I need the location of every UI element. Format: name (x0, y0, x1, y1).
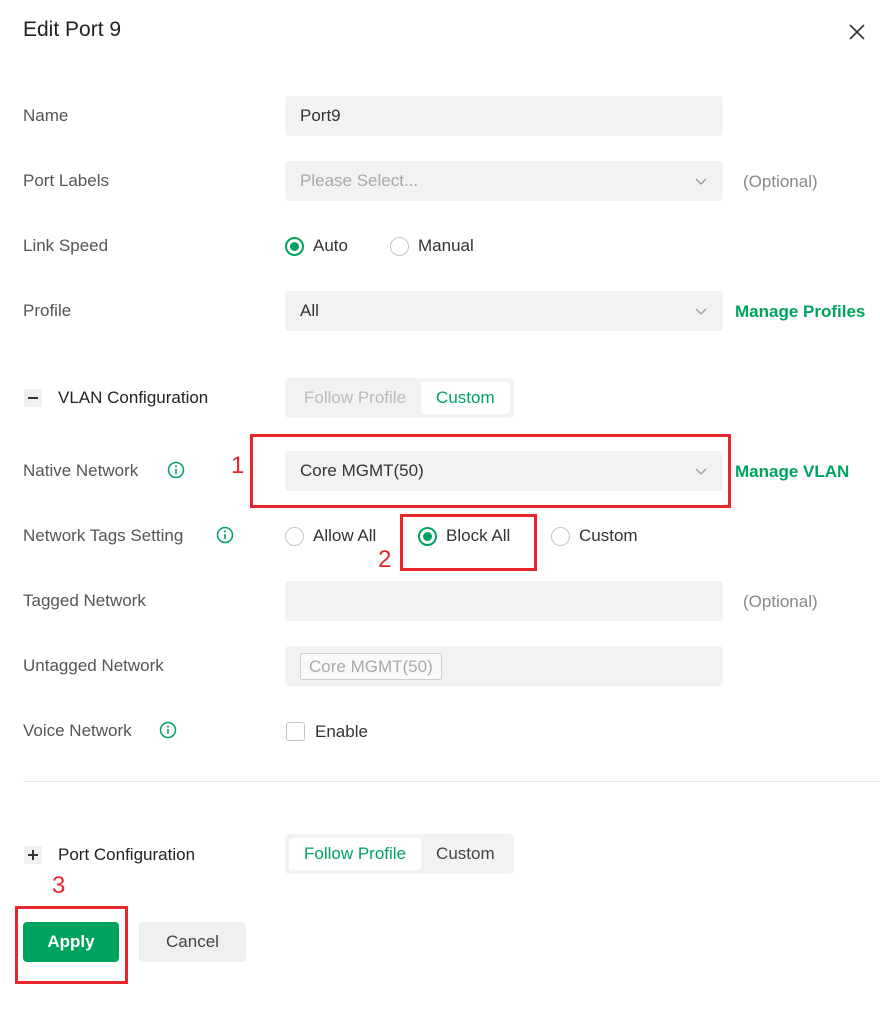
vlan-mode-custom[interactable]: Custom (421, 382, 510, 414)
radio-selected-indicator (285, 236, 304, 256)
chevron-down-icon (695, 308, 707, 315)
cancel-button[interactable]: Cancel (139, 922, 246, 962)
network-tags-allow-all-radio[interactable]: Allow All (285, 526, 376, 546)
link-speed-label: Link Speed (23, 236, 109, 255)
annotation-number-2: 2 (378, 546, 392, 573)
annotation-number-1: 1 (231, 452, 245, 479)
link-speed-auto-label: Auto (313, 236, 348, 255)
network-tags-custom-label: Custom (579, 526, 638, 545)
manage-vlan-link[interactable]: Manage VLAN (735, 462, 849, 482)
name-label: Name (23, 106, 69, 125)
port-configuration-label: Port Configuration (58, 845, 196, 864)
port-labels-label: Port Labels (23, 171, 109, 190)
port-labels-hint: (Optional) (743, 172, 818, 191)
native-network-label: Native Network (23, 461, 139, 480)
name-value: Port9 (300, 106, 341, 125)
tagged-network-select[interactable] (285, 581, 723, 621)
info-icon[interactable] (167, 461, 185, 479)
name-input[interactable]: Port9 (285, 96, 723, 136)
dialog-title: Edit Port 9 (23, 18, 122, 41)
annotation-box-native-network (250, 434, 731, 508)
port-config-mode-custom[interactable]: Custom (421, 838, 510, 870)
section-divider (23, 781, 880, 782)
radio-unselected-indicator (390, 236, 409, 256)
network-tags-label: Network Tags Setting (23, 526, 184, 545)
voice-network-enable-checkbox[interactable] (286, 722, 305, 741)
network-tags-custom-radio[interactable]: Custom (551, 526, 638, 546)
link-speed-auto-radio[interactable]: Auto (285, 236, 348, 256)
close-icon[interactable] (846, 21, 868, 43)
network-tags-allow-all-label: Allow All (313, 526, 377, 545)
profile-value: All (300, 301, 319, 320)
tagged-network-label: Tagged Network (23, 591, 146, 610)
plus-icon (28, 850, 38, 860)
annotation-number-3: 3 (52, 872, 66, 899)
vlan-mode-follow-profile[interactable]: Follow Profile (289, 382, 421, 414)
link-speed-manual-label: Manual (418, 236, 474, 255)
annotation-box-apply (15, 906, 128, 984)
radio-unselected-indicator (285, 526, 304, 546)
vlan-collapse-toggle[interactable] (24, 389, 42, 407)
manage-profiles-link[interactable]: Manage Profiles (735, 302, 865, 322)
radio-unselected-indicator (551, 526, 570, 546)
port-labels-placeholder: Please Select... (300, 171, 419, 190)
untagged-network-chip: Core MGMT(50) (300, 653, 442, 680)
link-speed-manual-radio[interactable]: Manual (390, 236, 474, 256)
info-icon[interactable] (216, 526, 234, 544)
vlan-mode-segmented-control: Follow Profile Custom (285, 378, 514, 418)
chevron-down-icon (695, 178, 707, 185)
voice-network-enable-label: Enable (315, 722, 368, 741)
voice-network-label: Voice Network (23, 721, 132, 740)
port-labels-select[interactable]: Please Select... (285, 161, 723, 201)
port-config-mode-segmented-control: Follow Profile Custom (285, 834, 514, 874)
port-config-expand-toggle[interactable] (24, 846, 42, 864)
profile-select[interactable]: All (285, 291, 723, 331)
port-config-mode-follow-profile[interactable]: Follow Profile (289, 838, 422, 870)
annotation-box-block-all (400, 514, 537, 571)
minus-icon (28, 397, 38, 399)
vlan-configuration-label: VLAN Configuration (58, 388, 209, 407)
profile-label: Profile (23, 301, 72, 320)
untagged-network-label: Untagged Network (23, 656, 164, 675)
tagged-network-hint: (Optional) (743, 592, 818, 611)
info-icon[interactable] (159, 721, 177, 739)
